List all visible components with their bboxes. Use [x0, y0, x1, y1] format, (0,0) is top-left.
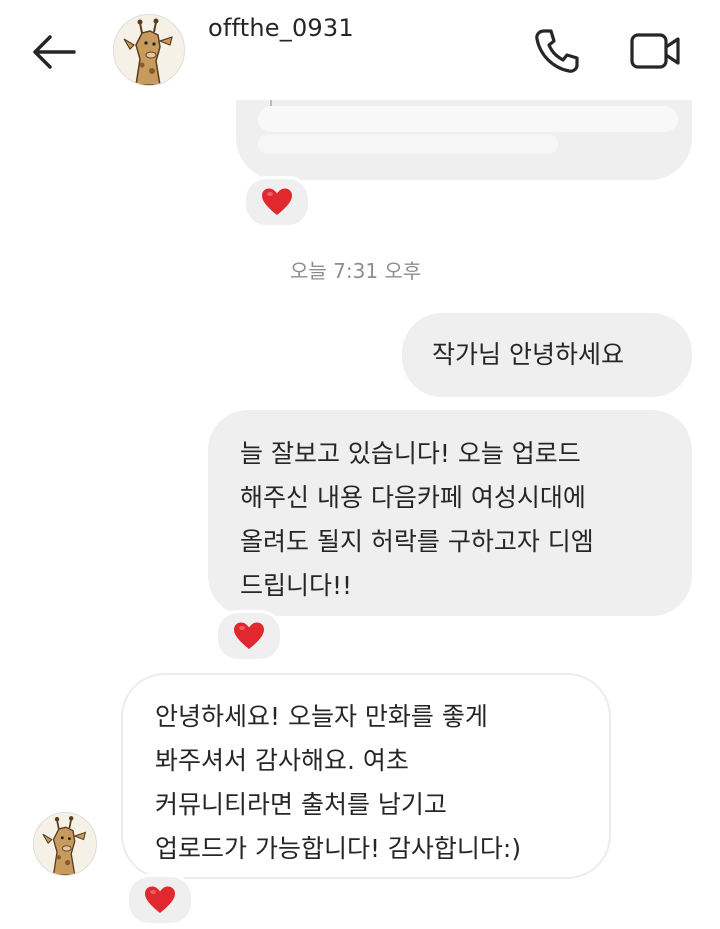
message-line: 늘 잘보고 있습니다! 오늘 업로드	[240, 439, 581, 468]
sent-message-bubble[interactable]: 늘 잘보고 있습니다! 오늘 업로드 해주신 내용 다음카페 여성시대에 올려도…	[208, 410, 692, 616]
heart-icon	[145, 886, 175, 913]
avatar[interactable]	[113, 14, 185, 86]
message-line: 드립니다!!	[240, 571, 353, 600]
heart-icon	[234, 622, 264, 649]
back-button[interactable]	[28, 30, 82, 74]
arrow-left-icon	[33, 35, 76, 69]
redacted-message-bubble	[236, 88, 692, 180]
heart-reaction[interactable]	[215, 610, 283, 662]
giraffe-avatar-icon	[34, 813, 96, 875]
received-message-bubble[interactable]: 안녕하세요! 오늘자 만화를 좋게 봐주셔서 감사해요. 여초 커뮤니티라면 출…	[121, 673, 611, 879]
video-camera-icon	[630, 33, 680, 69]
message-line: 커뮤니티라면 출처를 남기고	[155, 790, 447, 819]
message-line: 봐주셔서 감사해요. 여초	[155, 746, 409, 775]
message-line: 안녕하세요! 오늘자 만화를 좋게	[155, 702, 488, 731]
username[interactable]: offthe_0931	[208, 14, 354, 42]
heart-reaction[interactable]	[126, 874, 194, 926]
giraffe-avatar-icon	[114, 15, 184, 85]
phone-icon	[535, 29, 579, 73]
message-text: 작가님 안녕하세요	[432, 340, 624, 369]
heart-reaction[interactable]	[243, 176, 311, 228]
heart-icon	[262, 188, 292, 215]
call-button[interactable]	[532, 27, 580, 75]
chat-header: offthe_0931	[0, 0, 720, 100]
message-line: 업로드가 가능합니다! 감사합니다:)	[155, 834, 522, 863]
message-line: 해주신 내용 다음카페 여성시대에	[240, 483, 586, 512]
message-timestamp: 오늘 7:31 오후	[290, 259, 422, 283]
sent-message-bubble[interactable]: 작가님 안녕하세요	[402, 313, 692, 397]
message-line: 올려도 될지 허락를 구하고자 디엠	[240, 527, 594, 556]
avatar[interactable]	[33, 812, 97, 876]
video-call-button[interactable]	[628, 27, 684, 75]
